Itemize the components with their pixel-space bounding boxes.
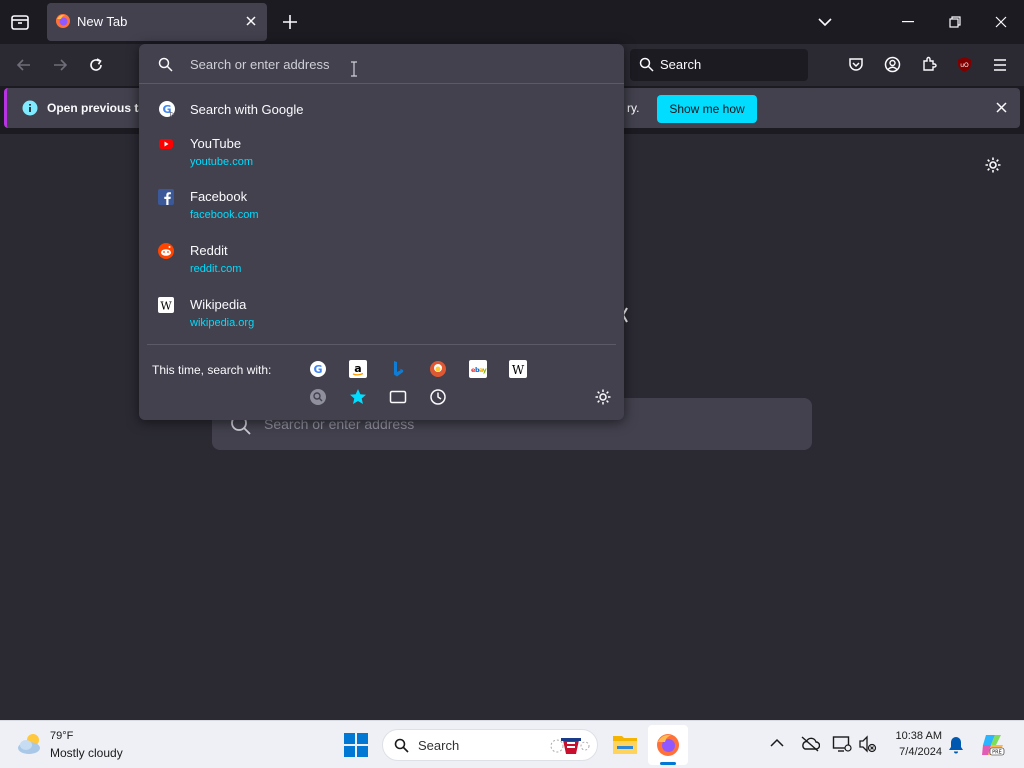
ublock-origin-icon[interactable]: uO <box>956 56 973 73</box>
close-tab-icon[interactable] <box>245 15 257 27</box>
active-app-indicator <box>660 762 676 765</box>
svg-text:uO: uO <box>960 62 969 69</box>
back-icon[interactable] <box>16 57 32 73</box>
toolbar-search-placeholder: Search <box>660 57 702 72</box>
forward-icon[interactable] <box>52 57 68 73</box>
svg-text:G: G <box>313 363 322 376</box>
urlbar-dropdown: Search or enter address G Search with Go… <box>139 44 624 420</box>
windows-start-icon[interactable] <box>344 733 368 757</box>
wikipedia-icon[interactable]: W <box>509 360 527 378</box>
notification-message: Open previous tab <box>47 101 153 115</box>
notification-bell-icon[interactable] <box>948 736 964 754</box>
firefox-logo-icon <box>55 13 71 29</box>
result-youtube[interactable]: YouTube youtube.com <box>139 136 624 188</box>
clock-date[interactable]: 7/4/2024 <box>888 746 942 758</box>
toolbar-search-box[interactable]: Search <box>630 49 808 81</box>
one-off-search-label: This time, search with: <box>152 363 272 377</box>
taskbar-search-icon <box>394 738 409 753</box>
network-sound-icon[interactable] <box>858 735 878 753</box>
duckduckgo-icon[interactable] <box>429 360 447 378</box>
list-all-tabs-icon[interactable] <box>818 15 832 29</box>
info-icon <box>22 100 38 116</box>
search-highlight-icon <box>549 734 591 758</box>
windows-taskbar: 79°F Mostly cloudy Search 10:38 AM 7/4/2… <box>0 720 1024 768</box>
menu-icon[interactable] <box>992 57 1008 73</box>
weather-description: Mostly cloudy <box>50 746 123 760</box>
file-explorer-icon[interactable] <box>612 732 638 756</box>
clock-time[interactable]: 10:38 AM <box>888 730 942 742</box>
close-notification-icon[interactable] <box>996 102 1007 113</box>
search-icon <box>639 57 654 72</box>
tab-new-tab[interactable]: New Tab <box>47 3 267 41</box>
svg-text:y: y <box>483 366 488 374</box>
result-title: Search with Google <box>190 102 304 117</box>
minimize-icon[interactable] <box>902 21 914 23</box>
svg-text:a: a <box>354 362 361 375</box>
notification-message-end: ry. <box>627 101 640 115</box>
tab-strip: New Tab <box>0 0 1024 44</box>
svg-text:W: W <box>512 363 525 377</box>
address-bar-placeholder: Search or enter address <box>190 57 330 72</box>
search-tabs-icon[interactable] <box>309 388 327 406</box>
ebay-icon[interactable]: ebay <box>469 360 487 378</box>
result-url: youtube.com <box>190 156 253 168</box>
show-me-how-button[interactable]: Show me how <box>657 95 757 123</box>
firefox-view-icon[interactable] <box>10 12 30 32</box>
restore-icon[interactable] <box>949 16 961 28</box>
onedrive-offline-icon[interactable] <box>800 735 820 753</box>
result-title: Facebook <box>190 189 248 204</box>
close-window-icon[interactable] <box>995 16 1007 28</box>
result-wikipedia[interactable]: W Wikipedia wikipedia.org <box>139 297 624 349</box>
account-icon[interactable] <box>884 56 901 73</box>
copilot-icon[interactable]: PRE <box>980 732 1006 758</box>
settings-gear-icon[interactable] <box>984 156 1002 174</box>
divider <box>147 344 616 345</box>
result-reddit[interactable]: Reddit reddit.com <box>139 243 624 295</box>
taskbar-search-placeholder: Search <box>418 738 460 753</box>
facebook-icon <box>158 189 174 205</box>
weather-cloud-icon[interactable] <box>16 731 44 757</box>
result-url: facebook.com <box>190 209 259 221</box>
show-hidden-icons-icon[interactable] <box>770 738 784 748</box>
firefox-icon <box>656 733 680 757</box>
google-icon[interactable]: G <box>309 360 327 378</box>
tabs-icon[interactable] <box>389 388 407 406</box>
wikipedia-icon: W <box>158 297 174 313</box>
google-icon: G <box>158 100 176 118</box>
text-cursor-icon <box>350 61 358 77</box>
pocket-icon[interactable] <box>848 56 864 72</box>
new-tab-icon[interactable] <box>282 14 298 30</box>
taskbar-firefox-button[interactable] <box>648 725 688 765</box>
taskbar-search-box[interactable]: Search <box>382 729 598 761</box>
search-settings-icon[interactable] <box>594 388 612 406</box>
address-bar-input[interactable]: Search or enter address <box>139 44 624 84</box>
urlbar-search-icon <box>158 57 173 72</box>
result-url: reddit.com <box>190 263 242 275</box>
amazon-icon[interactable]: a <box>349 360 367 378</box>
svg-text:PRE: PRE <box>992 750 1002 756</box>
result-title: Reddit <box>190 243 228 258</box>
history-icon[interactable] <box>429 388 447 406</box>
svg-text:W: W <box>160 300 172 313</box>
bookmarks-icon[interactable] <box>349 388 367 406</box>
result-title: YouTube <box>190 136 242 151</box>
weather-temperature: 79°F <box>50 730 74 742</box>
tab-title: New Tab <box>77 14 128 29</box>
display-icon[interactable] <box>832 735 852 753</box>
result-title: Wikipedia <box>190 297 247 312</box>
reload-icon[interactable] <box>88 57 104 73</box>
bing-icon[interactable] <box>389 360 407 378</box>
extensions-icon[interactable] <box>921 56 937 72</box>
result-url: wikipedia.org <box>190 317 255 329</box>
youtube-icon <box>158 136 174 152</box>
reddit-icon <box>158 243 174 259</box>
result-facebook[interactable]: Facebook facebook.com <box>139 189 624 241</box>
